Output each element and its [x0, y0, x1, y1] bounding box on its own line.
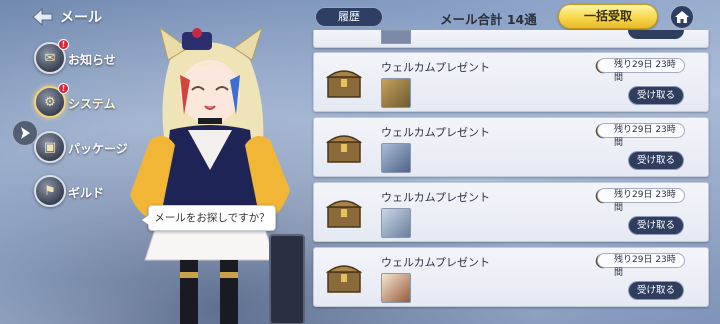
menu-toggle-arrow-icon[interactable]: [12, 120, 38, 146]
claim-button-partial[interactable]: [628, 30, 684, 39]
claim-button[interactable]: 受け取る: [628, 86, 684, 105]
bulk-claim-button[interactable]: 一括受取: [558, 4, 658, 29]
reward-item-icon[interactable]: [381, 208, 411, 238]
mail-title: ウェルカムプレゼント: [381, 61, 491, 74]
mail-total-count: メール合計 14通: [440, 12, 537, 27]
mail-item[interactable]: ウェルカムプレゼント 残り29日 23時間 受け取る: [313, 117, 709, 177]
package-icon: ▣: [34, 131, 66, 163]
reward-item-icon[interactable]: [381, 273, 411, 303]
alert-badge: !: [58, 39, 69, 50]
reward-item-icon[interactable]: [381, 143, 411, 173]
mail-list[interactable]: ウェルカムプレゼント 残り29日 23時間 受け取る ウェルカムプレゼント 残り…: [300, 30, 720, 324]
menu-item-label: お知らせ: [68, 53, 116, 67]
remaining-time: 残り29日 23時間: [597, 253, 685, 278]
remaining-time: 残り29日 23時間: [597, 123, 685, 148]
history-button[interactable]: 履歴: [315, 7, 383, 27]
alert-badge: !: [58, 83, 69, 94]
claim-button[interactable]: 受け取る: [628, 151, 684, 170]
mail-title: ウェルカムプレゼント: [381, 256, 491, 269]
mail-item-partial: [313, 30, 709, 48]
page-title: メール: [60, 10, 102, 26]
character-illustration: [110, 20, 330, 324]
mail-item[interactable]: ウェルカムプレゼント 残り29日 23時間 受け取る: [313, 247, 709, 307]
remaining-time: 残り29日 23時間: [597, 188, 685, 213]
treasure-chest-icon: [325, 265, 363, 293]
claim-button[interactable]: 受け取る: [628, 216, 684, 235]
character-speech-bubble: メールをお探しですか？: [142, 205, 276, 231]
guild-icon: ⚑: [34, 175, 66, 207]
treasure-chest-icon: [325, 200, 363, 228]
mail-item[interactable]: ウェルカムプレゼント 残り29日 23時間 受け取る: [313, 52, 709, 112]
back-arrow-icon[interactable]: [30, 6, 56, 28]
remaining-time: 残り29日 23時間: [597, 58, 685, 83]
reward-item-icon: [381, 30, 411, 44]
mail-title: ウェルカムプレゼント: [381, 191, 491, 204]
menu-item-label: システム: [68, 97, 116, 111]
menu-item-label: ギルド: [68, 186, 105, 200]
mail-item[interactable]: ウェルカムプレゼント 残り29日 23時間 受け取る: [313, 182, 709, 242]
home-icon[interactable]: [670, 5, 694, 29]
claim-button[interactable]: 受け取る: [628, 281, 684, 300]
mail-title: ウェルカムプレゼント: [381, 126, 491, 139]
treasure-chest-icon: [325, 135, 363, 163]
treasure-chest-icon: [325, 70, 363, 98]
reward-item-icon[interactable]: [381, 78, 411, 108]
